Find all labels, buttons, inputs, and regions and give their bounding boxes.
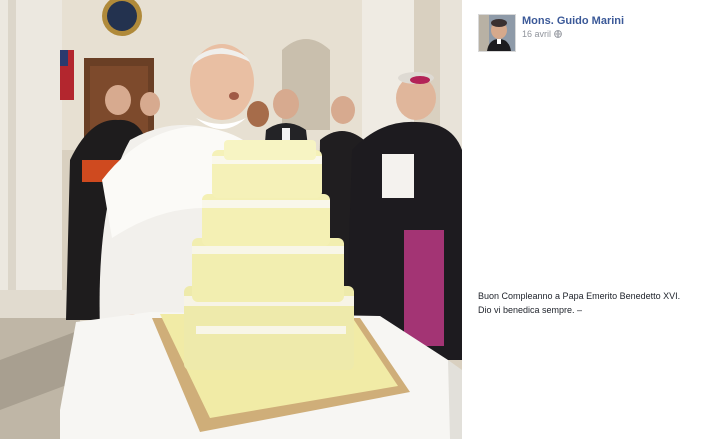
globe-icon[interactable]	[554, 30, 562, 38]
post-author-link[interactable]: Mons. Guido Marini	[522, 15, 624, 27]
post-message: Buon Compleanno a Papa Emerito Benedetto…	[478, 289, 700, 317]
post-date[interactable]: 16 avril	[522, 29, 551, 39]
birthday-cake-scene	[0, 0, 462, 439]
avatar-image	[479, 15, 515, 51]
post-meta: 16 avril	[522, 29, 562, 39]
post-panel: Mons. Guido Marini 16 avril Buon Complea…	[462, 0, 704, 439]
post-message-line: Dio vi benedica sempre. –	[478, 305, 583, 315]
post-message-line: Buon Compleanno a Papa Emerito Benedetto…	[478, 291, 681, 301]
avatar[interactable]	[478, 14, 516, 52]
post-photo[interactable]	[0, 0, 462, 439]
